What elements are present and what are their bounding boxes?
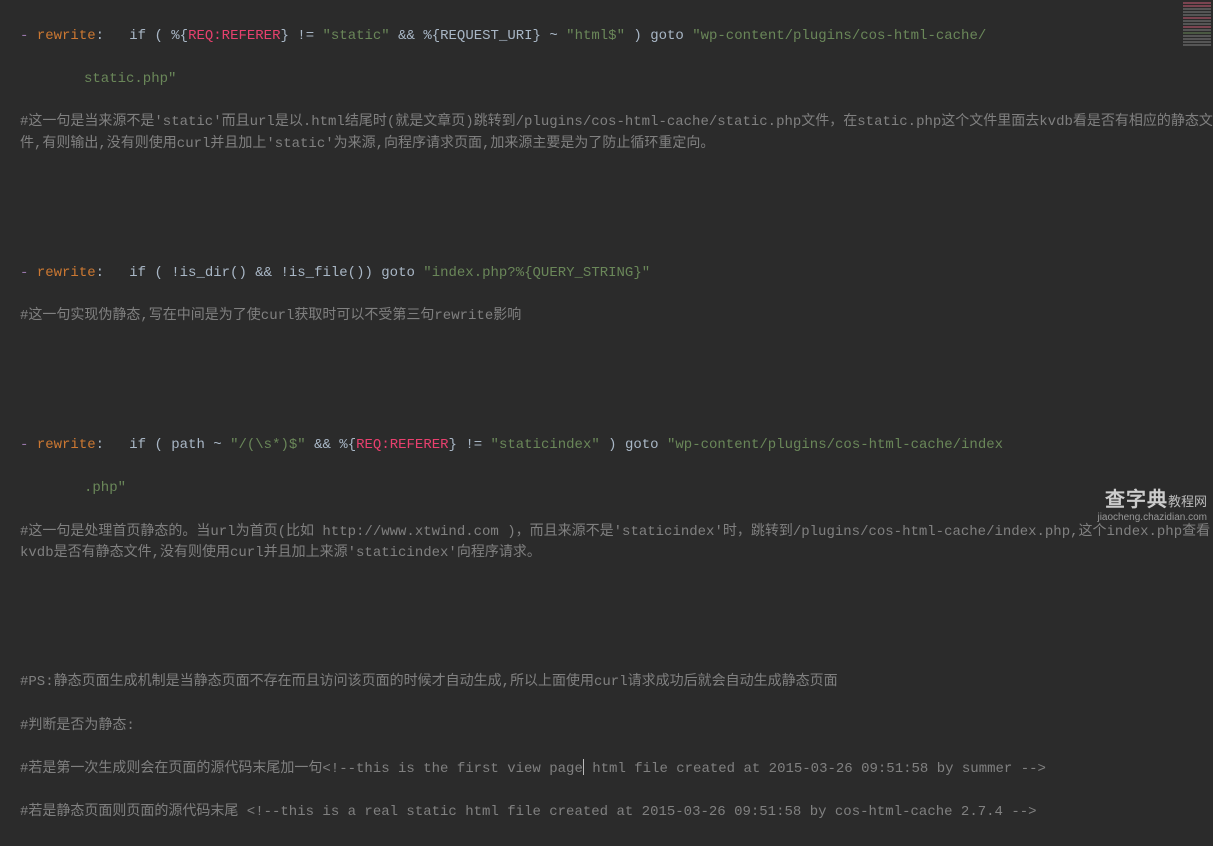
blank-line [2, 630, 1213, 651]
watermark-title: 查字典 [1105, 489, 1168, 511]
req-referer: REQ:REFERER [356, 437, 448, 453]
code-editor: - rewrite: if ( %{REQ:REFERER} != "stati… [0, 0, 1213, 846]
blank-line [2, 350, 1213, 371]
blank-line [2, 392, 1213, 413]
code-line-1b: static.php" [2, 69, 1213, 91]
colon: : [96, 28, 130, 44]
comment-judge: #判断是否为静态: [2, 716, 1213, 738]
comment-ps: #PS:静态页面生成机制是当静态页面不存在而且访问该页面的时候才自动生成,所以上… [2, 672, 1213, 694]
code-line-3b: .php" [2, 478, 1213, 500]
comment-2: #这一句实现伪静态,写在中间是为了使curl获取时可以不受第三句rewrite影… [2, 306, 1213, 328]
code-line-1: - rewrite: if ( %{REQ:REFERER} != "stati… [2, 26, 1213, 48]
yaml-key: rewrite [37, 28, 96, 44]
comment-3: #这一句是处理首页静态的。当url为首页(比如 http://www.xtwin… [2, 522, 1213, 565]
yaml-dash: - [20, 28, 37, 44]
code-line-3: - rewrite: if ( path ~ "/(\s*)$" && %{RE… [2, 435, 1213, 457]
minimap[interactable] [1183, 2, 1211, 46]
watermark: 查字典教程网 jiaocheng.chazidian.com [1097, 489, 1207, 524]
req-referer: REQ:REFERER [188, 28, 280, 44]
code-line-2: - rewrite: if ( !is_dir() && !is_file())… [2, 263, 1213, 285]
comment-first-view: #若是第一次生成则会在页面的源代码末尾加一句<!--this is the fi… [2, 759, 1213, 781]
comment-1: #这一句是当来源不是'static'而且url是以.html结尾时(就是文章页)… [2, 112, 1213, 155]
blank-line [2, 587, 1213, 608]
blank-line [2, 178, 1213, 199]
blank-line [2, 220, 1213, 241]
watermark-url: jiaocheng.chazidian.com [1097, 512, 1207, 524]
comment-real-static: #若是静态页面则页面的源代码末尾 <!--this is a real stat… [2, 802, 1213, 824]
